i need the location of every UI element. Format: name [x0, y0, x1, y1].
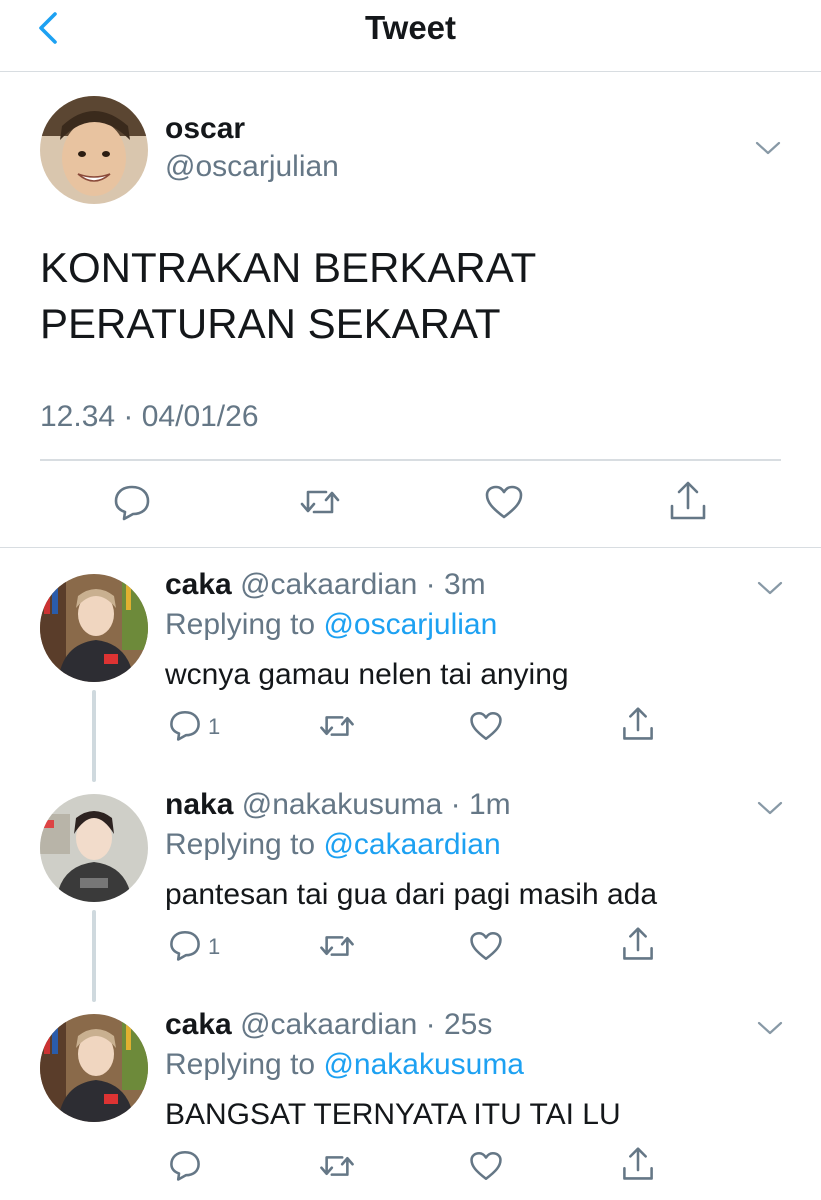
- author-name[interactable]: caka: [165, 568, 232, 601]
- author-meta: @cakaardian · 25s: [240, 1008, 493, 1041]
- retweet-icon: [320, 716, 354, 736]
- reply-menu-button[interactable]: [756, 798, 784, 818]
- tweet-text: KONTRAKAN BERKARAT PERATURAN SEKARAT: [40, 244, 537, 347]
- reply-button[interactable]: [168, 708, 202, 742]
- reply-count: 1: [208, 714, 221, 739]
- author-name[interactable]: oscar: [165, 112, 245, 146]
- author-meta: @cakaardian · 3m: [240, 568, 486, 601]
- share-icon: [670, 481, 706, 520]
- reply-button[interactable]: [168, 928, 202, 962]
- chevron-down-icon: [757, 801, 783, 815]
- share-button[interactable]: [621, 926, 655, 962]
- chevron-down-icon: [757, 1021, 783, 1035]
- tweet-timestamp: 12.34 · 04/01/26: [40, 400, 259, 433]
- tweet-menu-button[interactable]: [754, 138, 782, 158]
- share-button[interactable]: [621, 706, 655, 742]
- like-button[interactable]: [469, 710, 503, 742]
- avatar[interactable]: [40, 96, 148, 204]
- speech-bubble-icon: [170, 1150, 200, 1181]
- heart-icon: [470, 1151, 502, 1181]
- avatar[interactable]: [40, 794, 148, 902]
- replying-to: Replying to @cakaardian: [165, 828, 501, 862]
- divider: [40, 459, 781, 461]
- reply-text: wcnya gamau nelen tai anying: [165, 658, 569, 691]
- retweet-button[interactable]: [318, 1150, 356, 1182]
- top-bar: Tweet: [0, 0, 821, 72]
- replying-to-label: Replying to: [165, 1048, 324, 1081]
- replying-to-label: Replying to: [165, 608, 324, 641]
- heart-icon: [470, 931, 502, 961]
- reply-button[interactable]: [112, 482, 152, 522]
- reply-tweet[interactable]: naka @nakakusuma · 1m Replying to @cakaa…: [0, 768, 821, 988]
- reply-text: pantesan tai gua dari pagi masih ada: [165, 878, 658, 911]
- reply-count: 1: [208, 934, 221, 959]
- share-button[interactable]: [668, 480, 708, 522]
- author-name[interactable]: naka: [165, 788, 233, 821]
- tweet-actions: [0, 480, 821, 530]
- main-tweet: oscar @oscarjulian KONTRAKAN BERKARAT PE…: [0, 72, 821, 548]
- reply-button[interactable]: [168, 1148, 202, 1182]
- retweet-button[interactable]: [318, 710, 356, 742]
- page-title: Tweet: [364, 9, 457, 46]
- reply-actions: 1: [0, 926, 821, 968]
- retweet-button[interactable]: [318, 930, 356, 962]
- reply-tweet[interactable]: caka @cakaardian · 25s Replying to @naka…: [0, 988, 821, 1200]
- author-handle[interactable]: @oscarjulian: [165, 150, 339, 184]
- like-button[interactable]: [469, 1150, 503, 1182]
- retweet-icon: [300, 490, 340, 514]
- reply-tweet[interactable]: caka @cakaardian · 3m Replying to @oscar…: [0, 548, 821, 768]
- retweet-icon: [320, 936, 354, 956]
- retweet-button[interactable]: [298, 484, 342, 520]
- avatar[interactable]: [40, 1014, 148, 1122]
- reply-actions: 1: [0, 706, 821, 748]
- reply-text: BANGSAT TERNYATA ITU TAI LU: [165, 1098, 621, 1131]
- heart-icon: [485, 485, 523, 519]
- replying-to-label: Replying to: [165, 828, 324, 861]
- replying-to-link[interactable]: @cakaardian: [323, 828, 500, 861]
- heart-icon: [470, 711, 502, 741]
- speech-bubble-icon: [114, 485, 150, 521]
- author-name[interactable]: caka: [165, 1008, 232, 1041]
- avatar[interactable]: [40, 574, 148, 682]
- reply-menu-button[interactable]: [756, 1018, 784, 1038]
- share-icon: [623, 927, 653, 960]
- replying-to: Replying to @nakakusuma: [165, 1048, 524, 1082]
- share-button[interactable]: [621, 1146, 655, 1182]
- share-icon: [623, 1147, 653, 1180]
- retweet-icon: [320, 1156, 354, 1176]
- like-button[interactable]: [469, 930, 503, 962]
- reply-header: naka @nakakusuma · 1m: [165, 788, 511, 822]
- speech-bubble-icon: [170, 930, 200, 961]
- chevron-down-icon: [757, 581, 783, 595]
- replying-to-link[interactable]: @oscarjulian: [323, 608, 497, 641]
- share-icon: [623, 707, 653, 740]
- like-button[interactable]: [484, 484, 524, 520]
- reply-menu-button[interactable]: [756, 578, 784, 598]
- reply-header: caka @cakaardian · 25s: [165, 1008, 492, 1042]
- reply-header: caka @cakaardian · 3m: [165, 568, 486, 602]
- replying-to-link[interactable]: @nakakusuma: [323, 1048, 524, 1081]
- speech-bubble-icon: [170, 710, 200, 741]
- replying-to: Replying to @oscarjulian: [165, 608, 497, 642]
- reply-actions: [0, 1146, 821, 1188]
- chevron-down-icon: [755, 141, 781, 155]
- author-meta: @nakakusuma · 1m: [241, 788, 511, 821]
